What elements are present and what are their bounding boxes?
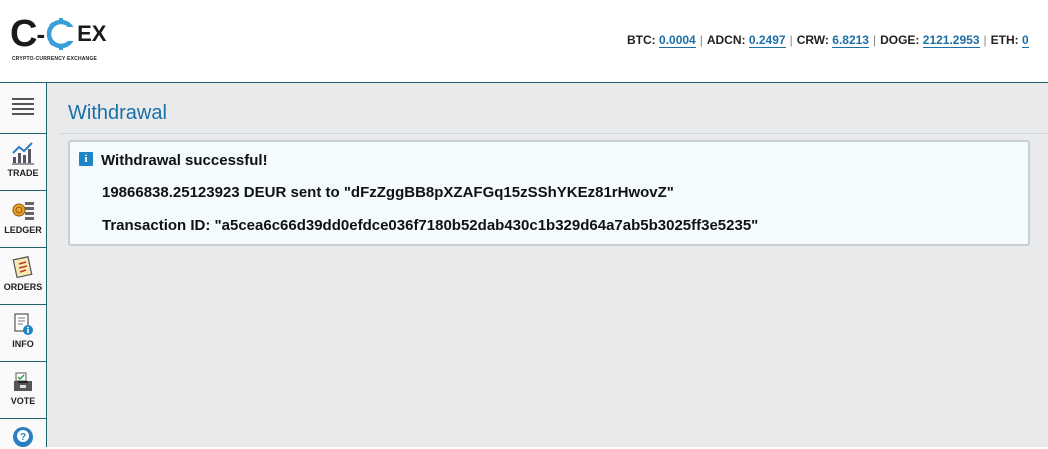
transaction-id-line: Transaction ID: "a5cea6c66d39dd0efdce036… <box>102 217 759 234</box>
withdrawal-sent-line: 19866838.25123923 DEUR sent to "dFzZggBB… <box>102 184 674 201</box>
menu-icon <box>12 97 34 120</box>
sidebar-item-info[interactable]: INFO <box>0 305 46 362</box>
ticker-separator: | <box>983 33 987 47</box>
sidebar-item-help[interactable]: ? <box>0 419 46 449</box>
ticker-value[interactable]: 0.0004 <box>659 33 696 48</box>
svg-text:?: ? <box>20 432 26 443</box>
vote-icon <box>11 368 35 394</box>
ticker-value[interactable]: 6.8213 <box>832 33 869 48</box>
sidebar-item-vote[interactable]: VOTE <box>0 362 46 419</box>
info-icon: i <box>79 152 93 166</box>
ticker-item[interactable]: BTC: 0.0004 <box>627 33 696 48</box>
ticker-separator: | <box>789 33 793 47</box>
ccex-logo[interactable]: C - EX CRYPTO-CURRENCY EXCHANGE <box>10 14 106 66</box>
top-header: C - EX CRYPTO-CURRENCY EXCHANGE BTC: 0.0… <box>0 0 1048 83</box>
ticker-item[interactable]: CRW: 6.8213 <box>797 33 869 48</box>
sidebar-item-label: TRADE <box>7 168 39 178</box>
logo-text-ex: EX <box>77 21 107 46</box>
sidebar-menu-toggle[interactable] <box>0 83 46 134</box>
ticker-value[interactable]: 2121.2953 <box>922 33 980 48</box>
ticker-value[interactable]: 0 <box>1021 33 1029 48</box>
logo-dash: - <box>36 19 46 49</box>
sidebar-item-ledger[interactable]: LEDGER <box>0 191 46 248</box>
ticker-separator: | <box>872 33 877 47</box>
ticker-value[interactable]: 0.2497 <box>748 33 786 48</box>
title-divider <box>59 133 1048 134</box>
help-icon: ? <box>11 425 35 449</box>
ticker-item[interactable]: DOGE: 2121.2953 <box>880 33 980 48</box>
success-alert: i Withdrawal successful! 19866838.251239… <box>68 140 1030 246</box>
ticker-item[interactable]: ETH: 0 <box>991 33 1029 48</box>
coins-icon <box>11 197 35 223</box>
sidebar-item-label: VOTE <box>10 396 36 406</box>
sidebar: TRADE LEDGER ORDERS INFO VOTE ? <box>0 83 47 449</box>
gear-icon <box>46 17 77 51</box>
alert-title: Withdrawal successful! <box>101 152 268 169</box>
ticker-separator: | <box>699 33 703 47</box>
orders-icon <box>11 254 35 280</box>
main-content: Withdrawal i Withdrawal successful! 1986… <box>47 83 1048 447</box>
sidebar-item-orders[interactable]: ORDERS <box>0 248 46 305</box>
sidebar-item-label: INFO <box>12 339 34 349</box>
ticker-item[interactable]: ADCN: 0.2497 <box>707 33 786 48</box>
price-ticker: BTC: 0.0004 | ADCN: 0.2497 | CRW: 6.8213 | DOG… <box>627 33 1029 48</box>
logo-tagline: CRYPTO-CURRENCY EXCHANGE <box>12 56 97 62</box>
sidebar-item-label: LEDGER <box>4 225 42 235</box>
chart-icon <box>11 140 35 166</box>
page-title: Withdrawal <box>68 102 167 124</box>
info-doc-icon <box>11 311 35 337</box>
sidebar-item-trade[interactable]: TRADE <box>0 134 46 191</box>
logo-letter-c: C <box>10 13 37 55</box>
sidebar-item-label: ORDERS <box>3 282 43 292</box>
logo-mark: C - EX <box>10 14 106 54</box>
